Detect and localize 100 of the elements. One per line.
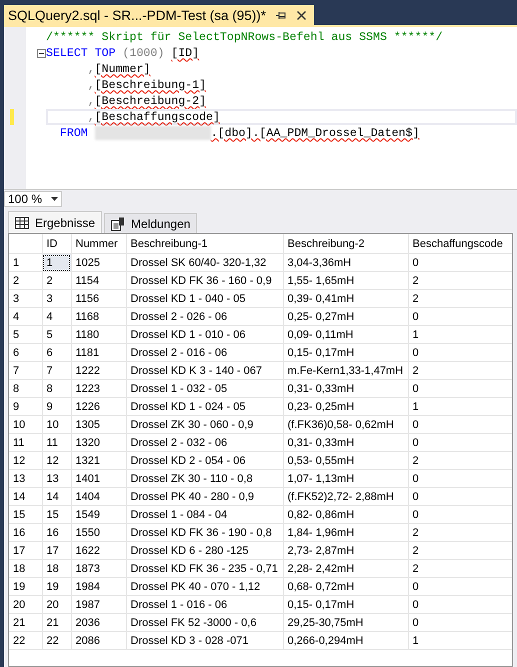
table-cell: m.Fe-Kern1,33-1,47mH — [283, 362, 408, 380]
table-cell: 0,266-0,294mH — [283, 632, 408, 650]
code-line: ,[Nummer] — [86, 62, 152, 77]
table-cell: 4 — [42, 308, 71, 326]
row-number: 13 — [9, 470, 42, 488]
table-cell: 1222 — [71, 362, 126, 380]
row-number: 3 — [9, 290, 42, 308]
table-cell: 1025 — [71, 254, 126, 272]
code-line: FROM .[dbo].[AA_PDM_Drossel_Daten$] — [58, 125, 420, 141]
row-number: 7 — [9, 362, 42, 380]
table-cell: 1305 — [71, 416, 126, 434]
pin-icon[interactable] — [276, 10, 288, 20]
table-cell: Drossel ZK 30 - 060 - 0,9 — [126, 416, 283, 434]
table-cell: 1873 — [71, 560, 126, 578]
table-cell: 1 — [408, 398, 512, 416]
code-line: ,[Beschaffungscode] — [46, 109, 517, 125]
table-cell: 0,31- 0,33mH — [283, 434, 408, 452]
close-icon[interactable] — [297, 10, 306, 20]
table-cell: 0 — [408, 488, 512, 506]
table-cell: Drossel KD 6 - 280 -125 — [126, 542, 283, 560]
table-cell: 1,07- 1,13mH — [283, 470, 408, 488]
table-cell: 0,53- 0,55mH — [283, 452, 408, 470]
row-number: 21 — [9, 614, 42, 632]
table-cell: 2,73- 2,87mH — [283, 542, 408, 560]
tab-title: SQLQuery2.sql - SR...-PDM-Test (sa (95))* — [8, 8, 266, 22]
table-cell: Drossel KD 1 - 010 - 06 — [126, 326, 283, 344]
table-cell: Drossel KD FK 36 - 235 - 0,71 — [126, 560, 283, 578]
table-cell: Drossel 1 - 016 - 06 — [126, 596, 283, 614]
table-cell: Drossel KD 1 - 024 - 05 — [126, 398, 283, 416]
table-cell: 0 — [408, 416, 512, 434]
corner-header — [9, 234, 42, 254]
table-cell: 1223 — [71, 380, 126, 398]
column-header[interactable]: Nummer — [71, 234, 126, 254]
table-cell: 0 — [408, 578, 512, 596]
table-cell: 3 — [42, 290, 71, 308]
row-number: 11 — [9, 434, 42, 452]
table-cell: 16 — [42, 524, 71, 542]
table-cell: 2086 — [71, 632, 126, 650]
code-line: ,[Beschreibung-2] — [86, 94, 208, 109]
table-cell: 1320 — [71, 434, 126, 452]
row-number: 6 — [9, 344, 42, 362]
table-cell: 2 — [408, 452, 512, 470]
row-number: 1 — [9, 254, 42, 272]
table-cell: Drossel 1 - 032 - 05 — [126, 380, 283, 398]
table-cell: 13 — [42, 470, 71, 488]
table-cell: 1404 — [71, 488, 126, 506]
column-header[interactable]: Beschreibung-2 — [283, 234, 408, 254]
table-cell: 1168 — [71, 308, 126, 326]
table-cell: 1984 — [71, 578, 126, 596]
column-header[interactable]: Beschaffungscode — [408, 234, 512, 254]
row-number: 15 — [9, 506, 42, 524]
table-cell: Drossel SK 60/40- 320-1,32 — [126, 254, 283, 272]
table-cell: 0 — [408, 308, 512, 326]
table-cell: 0,23- 0,25mH — [283, 398, 408, 416]
table-cell: Drossel PK 40 - 280 - 0,9 — [126, 488, 283, 506]
table-cell: 15 — [42, 506, 71, 524]
table-cell: 1180 — [71, 326, 126, 344]
result-tab[interactable]: Meldungen — [104, 213, 198, 233]
result-tab[interactable]: Ergebnisse — [8, 211, 102, 233]
table-cell: 2 — [408, 524, 512, 542]
row-number: 12 — [9, 452, 42, 470]
table-cell: 0 — [408, 470, 512, 488]
table-cell: 19 — [42, 578, 71, 596]
table-cell: 11 — [42, 434, 71, 452]
table-cell: Drossel 2 - 032 - 06 — [126, 434, 283, 452]
table-cell: 0,82- 0,86mH — [283, 506, 408, 524]
row-number: 10 — [9, 416, 42, 434]
table-cell: 5 — [42, 326, 71, 344]
table-cell: 2 — [408, 560, 512, 578]
table-cell: 29,25-30,75mH — [283, 614, 408, 632]
table-cell: 2 — [42, 272, 71, 290]
row-number: 5 — [9, 326, 42, 344]
document-tab[interactable]: SQLQuery2.sql - SR...-PDM-Test (sa (95))* — [4, 5, 314, 25]
table-cell: (f.FK52)2,72- 2,88mH — [283, 488, 408, 506]
table-cell: 0 — [408, 254, 512, 272]
caret-icon — [51, 197, 58, 201]
row-number: 8 — [9, 380, 42, 398]
table-cell: 0 — [408, 380, 512, 398]
table-cell: 21 — [42, 614, 71, 632]
table-cell: Drossel KD FK 36 - 160 - 0,9 — [126, 272, 283, 290]
code-line: /****** Skript für SelectTopNRows-Befehl aus SSMS ******/ — [46, 30, 444, 45]
table-cell: 1156 — [71, 290, 126, 308]
table-cell: Drossel 2 - 026 - 06 — [126, 308, 283, 326]
collapse-icon[interactable] — [37, 48, 46, 58]
column-header[interactable]: Beschreibung-1 — [126, 234, 283, 254]
table-cell: Drossel KD 1 - 040 - 05 — [126, 290, 283, 308]
table-cell: 1 — [408, 326, 512, 344]
table-cell: Drossel FK 52 -3000 - 0,6 — [126, 614, 283, 632]
table-cell: Drossel KD FK 36 - 190 - 0,8 — [126, 524, 283, 542]
table-cell: 1,84- 1,96mH — [283, 524, 408, 542]
table-cell: 2 — [408, 542, 512, 560]
table-cell: 1 — [42, 254, 71, 272]
table-cell: 1401 — [71, 470, 126, 488]
table-cell: 0,15- 0,17mH — [283, 596, 408, 614]
zoom-dropdown[interactable]: 100 % — [4, 191, 62, 207]
table-cell: (f.FK36)0,58- 0,62mH — [283, 416, 408, 434]
table-cell: 0,15- 0,17mH — [283, 344, 408, 362]
row-number: 20 — [9, 596, 42, 614]
table-cell: Drossel KD 3 - 028 -071 — [126, 632, 283, 650]
table-cell: Drossel 2 - 016 - 06 — [126, 344, 283, 362]
